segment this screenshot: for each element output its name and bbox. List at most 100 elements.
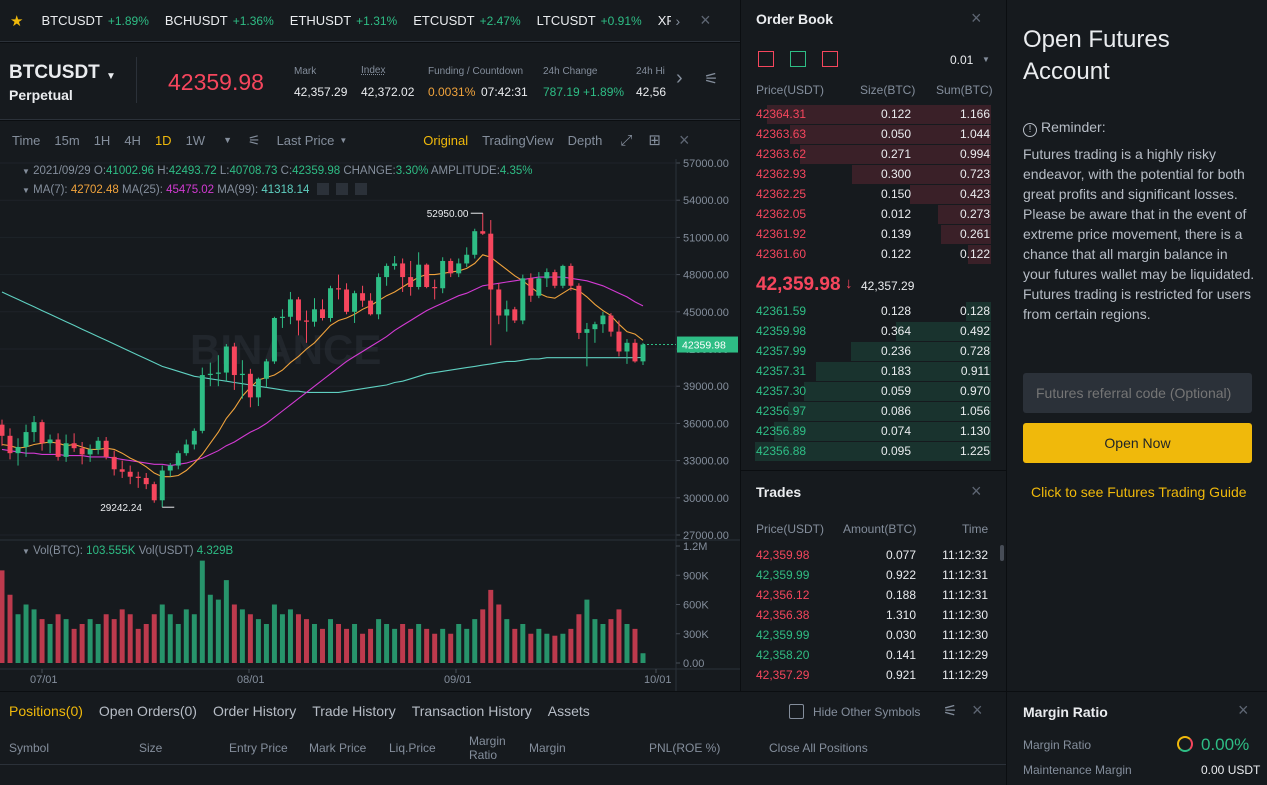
ticker-item[interactable]: BTCUSDT +1.89% — [41, 13, 148, 28]
settings-icon[interactable] — [335, 183, 348, 195]
referral-code-input[interactable] — [1023, 373, 1252, 413]
book-price: 42357.99 — [756, 344, 807, 358]
trade-row: 42,356.12 0.188 11:12:31 — [741, 585, 1006, 605]
sliders-icon[interactable]: ⚟ — [704, 69, 718, 89]
volume-bar — [111, 619, 117, 663]
tick-size-select[interactable]: 0.01 — [950, 53, 973, 67]
interval-1h[interactable]: 1H — [94, 133, 111, 148]
grid-layout-icon[interactable]: ⊞ — [648, 131, 661, 149]
symbol-name[interactable]: BTCUSDT — [9, 62, 100, 84]
maintenance-label: Maintenance Margin — [1023, 763, 1132, 777]
caret-down-icon[interactable]: ▼ — [22, 186, 30, 195]
sliders-icon[interactable]: ⚟ — [943, 701, 957, 721]
ask-row[interactable]: 42364.31 0.122 1.166 — [741, 104, 1006, 124]
ask-row[interactable]: 42362.05 0.012 0.273 — [741, 204, 1006, 224]
bid-row[interactable]: 42356.88 0.095 1.225 — [741, 441, 1006, 461]
candlestick-chart[interactable]: 57000.00 54000.00 51000.00 48000.00 45000.00… — [0, 159, 740, 691]
scrollbar[interactable] — [1000, 545, 1004, 561]
price-type-select[interactable]: Last Price — [277, 133, 335, 148]
bid-row[interactable]: 42357.99 0.236 0.728 — [741, 341, 1006, 361]
ask-row[interactable]: 42361.92 0.139 0.261 — [741, 224, 1006, 244]
bid-row[interactable]: 42356.97 0.086 1.056 — [741, 401, 1006, 421]
volume-bar — [360, 633, 366, 663]
tab-5[interactable]: Assets — [548, 703, 590, 719]
eye-icon[interactable] — [316, 183, 329, 195]
interval-1d[interactable]: 1D — [155, 133, 172, 148]
volume-bar — [87, 619, 93, 663]
view-tradingview[interactable]: TradingView — [482, 133, 554, 148]
futures-guide-link[interactable]: Click to see Futures Trading Guide — [1031, 484, 1247, 500]
ohlc-low: 40708.73 — [229, 165, 278, 177]
bid-row[interactable]: 42357.31 0.183 0.911 — [741, 361, 1006, 381]
candle-body — [456, 263, 462, 274]
candle-body — [632, 342, 638, 362]
volume-bar — [616, 609, 622, 663]
candle-body — [464, 254, 470, 264]
book-asks-icon[interactable] — [822, 51, 838, 67]
close-icon[interactable] — [354, 183, 367, 195]
indicator-settings-icon[interactable]: ⚟ — [248, 132, 261, 149]
view-original[interactable]: Original — [423, 133, 468, 148]
volume-bar — [79, 624, 85, 663]
book-size: 0.086 — [880, 404, 911, 418]
ask-row[interactable]: 42362.25 0.150 0.423 — [741, 184, 1006, 204]
hide-other-checkbox[interactable] — [789, 704, 804, 719]
book-sum: 0.261 — [959, 227, 990, 241]
ticker-item[interactable]: ETCUSDT +2.47% — [413, 13, 520, 28]
book-both-icon[interactable] — [758, 51, 774, 67]
tab-2[interactable]: Order History — [213, 703, 296, 719]
trade-amount: 0.141 — [885, 648, 916, 662]
hide-other-label[interactable]: Hide Other Symbols — [813, 705, 920, 719]
volume-bar — [520, 624, 526, 663]
caret-down-icon[interactable]: ▼ — [22, 167, 30, 176]
ask-row[interactable]: 42363.63 0.050 1.044 — [741, 124, 1006, 144]
col-8[interactable]: Close All Positions — [769, 741, 868, 755]
tab-4[interactable]: Transaction History — [412, 703, 532, 719]
interval-15m[interactable]: 15m — [54, 133, 79, 148]
close-icon[interactable]: × — [972, 700, 983, 721]
star-icon[interactable]: ★ — [10, 12, 23, 30]
chevron-right-icon[interactable]: › — [675, 13, 680, 29]
ask-row[interactable]: 42362.93 0.300 0.723 — [741, 164, 1006, 184]
caret-down-icon[interactable]: ▼ — [106, 71, 116, 82]
volume-bar — [432, 633, 438, 663]
candle-body — [279, 316, 285, 318]
ticker-item[interactable]: BCHUSDT +1.36% — [165, 13, 274, 28]
close-icon[interactable]: × — [700, 10, 711, 31]
close-icon[interactable]: × — [679, 130, 690, 151]
close-icon[interactable]: × — [971, 8, 982, 29]
ask-row[interactable]: 42361.60 0.122 0.122 — [741, 244, 1006, 264]
index-label[interactable]: Index — [361, 65, 385, 76]
interval-time[interactable]: Time — [12, 133, 40, 148]
chevron-right-icon[interactable]: › — [676, 67, 683, 90]
book-bids-icon[interactable] — [790, 51, 806, 67]
interval-dropdown-icon[interactable]: ▼ — [223, 135, 232, 145]
ask-row[interactable]: 42363.62 0.271 0.994 — [741, 144, 1006, 164]
ohlc-c-label: C: — [280, 165, 293, 177]
view-depth[interactable]: Depth — [568, 133, 603, 148]
caret-down-icon[interactable]: ▼ — [22, 547, 30, 556]
tab-0[interactable]: Positions(0) — [9, 703, 83, 719]
caret-down-icon[interactable]: ▼ — [339, 136, 347, 145]
caret-down-icon[interactable]: ▼ — [982, 55, 990, 64]
ticker-item[interactable]: ETHUSDT +1.31% — [290, 13, 397, 28]
close-icon[interactable]: × — [1238, 700, 1249, 721]
interval-1w[interactable]: 1W — [186, 133, 206, 148]
tab-1[interactable]: Open Orders(0) — [99, 703, 197, 719]
volume-bar — [336, 624, 342, 663]
tab-3[interactable]: Trade History — [312, 703, 396, 719]
book-size: 0.059 — [880, 384, 911, 398]
bid-row[interactable]: 42361.59 0.128 0.128 — [741, 301, 1006, 321]
open-now-button[interactable]: Open Now — [1023, 423, 1252, 463]
bid-row[interactable]: 42357.30 0.059 0.970 — [741, 381, 1006, 401]
bid-row[interactable]: 42359.98 0.364 0.492 — [741, 321, 1006, 341]
expand-icon[interactable]: ⤢ — [620, 132, 632, 149]
close-icon[interactable]: × — [971, 481, 982, 502]
ohlc-open: 41002.96 — [106, 165, 154, 177]
candle-body — [320, 309, 325, 318]
bid-row[interactable]: 42356.89 0.074 1.130 — [741, 421, 1006, 441]
price-chart[interactable]: 57000.00 54000.00 51000.00 48000.00 45000.00… — [0, 159, 740, 691]
ticker-item[interactable]: XRPU — [658, 13, 672, 28]
ticker-item[interactable]: LTCUSDT +0.91% — [537, 13, 642, 28]
interval-4h[interactable]: 4H — [124, 133, 141, 148]
